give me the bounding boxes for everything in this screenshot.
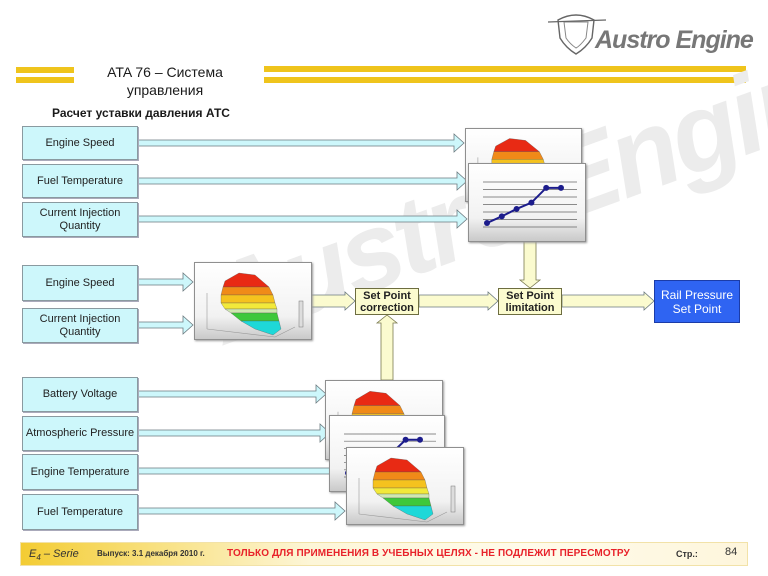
arrow-engine-speed-2 bbox=[137, 272, 194, 292]
footer-issue-date: Выпуск: 3.1 декабря 2010 г. bbox=[97, 549, 205, 558]
line-curve-chart-icon bbox=[468, 163, 586, 242]
input-battery-voltage: Battery Voltage bbox=[22, 377, 138, 412]
arrow-maps-to-correction bbox=[375, 314, 399, 381]
arrow-current-injection-quantity-2 bbox=[137, 315, 194, 335]
input-current-injection-quantity: Current Injection Quantity bbox=[22, 202, 138, 237]
set-point-limitation-block: Set Point limitation bbox=[498, 288, 562, 315]
input-engine-speed: Engine Speed bbox=[22, 126, 138, 160]
arrow-fuel-temperature-2 bbox=[137, 501, 346, 521]
arrow-engine-speed bbox=[137, 133, 465, 153]
input-fuel-temperature: Fuel Temperature bbox=[22, 164, 138, 198]
input-engine-speed-2: Engine Speed bbox=[22, 265, 138, 301]
arrow-limitation-to-output bbox=[561, 291, 655, 311]
footer-page-label: Стр.: bbox=[676, 549, 698, 559]
curve-point bbox=[417, 436, 423, 443]
curve-point bbox=[513, 205, 520, 212]
curve-point bbox=[484, 220, 490, 226]
footer-bar: E4 – Serie Выпуск: 3.1 декабря 2010 г. Т… bbox=[20, 542, 748, 566]
arrow-battery-voltage bbox=[137, 384, 327, 404]
3d-surface-map-icon bbox=[346, 447, 464, 525]
footer-page-number: 84 bbox=[725, 546, 738, 558]
input-fuel-temperature-2: Fuel Temperature bbox=[22, 494, 138, 530]
arrow-correction-to-limitation bbox=[418, 291, 499, 311]
3d-surface-map-icon bbox=[194, 262, 312, 340]
arrow-atmospheric-pressure bbox=[137, 423, 331, 443]
footer-series: E4 – Serie bbox=[29, 548, 79, 563]
arrow-fuel-temperature bbox=[137, 171, 468, 191]
rail-pressure-set-point-output: Rail Pressure Set Point bbox=[654, 280, 740, 323]
arrow-engine-temperature bbox=[137, 461, 346, 481]
arrow-map-to-correction bbox=[309, 291, 356, 311]
curve-point bbox=[402, 436, 409, 443]
set-point-correction-block: Set Point correction bbox=[355, 288, 419, 315]
curve-point bbox=[528, 199, 535, 206]
curve-point bbox=[498, 213, 505, 220]
footer-warning: ТОЛЬКО ДЛЯ ПРИМЕНЕНИЯ В УЧЕБНЫХ ЦЕЛЯХ - … bbox=[227, 548, 630, 559]
input-atmospheric-pressure: Atmospheric Pressure bbox=[22, 416, 138, 451]
arrow-curve-to-limitation bbox=[518, 239, 542, 289]
input-engine-temperature: Engine Temperature bbox=[22, 454, 138, 490]
curve-point bbox=[558, 184, 564, 191]
input-current-injection-quantity-2: Current Injection Quantity bbox=[22, 308, 138, 343]
curve-point bbox=[543, 184, 550, 191]
arrow-current-injection-quantity bbox=[137, 209, 468, 229]
